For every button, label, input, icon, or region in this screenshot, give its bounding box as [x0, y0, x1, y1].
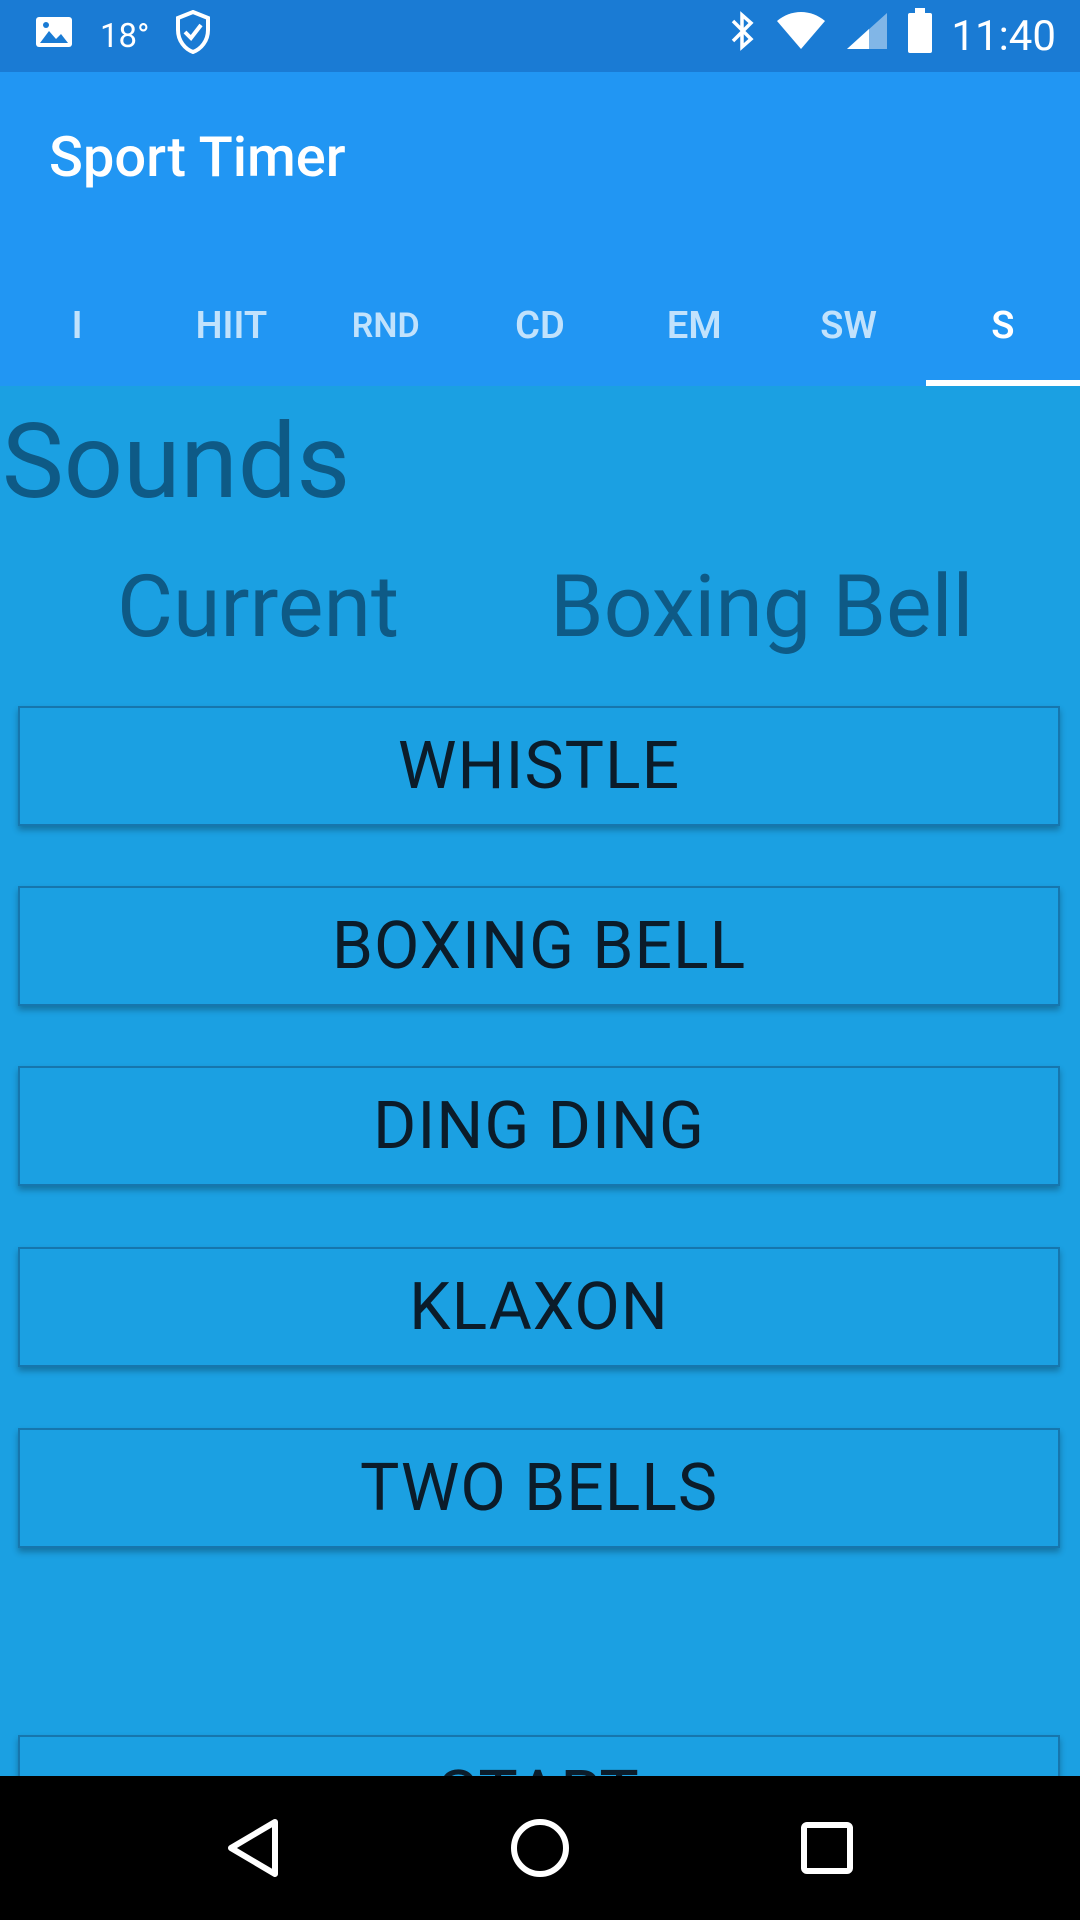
current-label: Current	[117, 556, 400, 657]
klaxon-button[interactable]: KLAXON	[18, 1247, 1060, 1367]
ding-ding-button[interactable]: DING DING	[18, 1066, 1060, 1186]
back-triangle-icon	[228, 1819, 279, 1877]
clock-text: 11:40	[951, 11, 1056, 61]
boxing-bell-button[interactable]: BOXING BELL	[18, 886, 1060, 1006]
recents-square-icon	[800, 1822, 853, 1874]
status-right: 11:40	[727, 7, 1056, 65]
tab-sw[interactable]: SW	[771, 266, 925, 386]
wifi-icon	[775, 11, 827, 62]
navigation-bar	[0, 1776, 1080, 1920]
start-button[interactable]: START	[18, 1735, 1060, 1776]
battery-icon	[907, 7, 933, 65]
tab-cd[interactable]: CD	[463, 266, 617, 386]
bluetooth-icon	[727, 9, 757, 64]
app-title: Sport Timer	[49, 124, 346, 190]
tab-rnd[interactable]: RND	[309, 266, 463, 386]
tab-bar: I HIIT RND CD EM SW S	[0, 266, 1080, 386]
tab-em[interactable]: EM	[617, 266, 771, 386]
tab-s[interactable]: S	[925, 266, 1080, 386]
page-title: Sounds	[2, 402, 351, 523]
back-button[interactable]	[208, 1803, 298, 1893]
temperature-text: 18°	[100, 16, 150, 56]
app-bar: Sport Timer I HIIT RND CD EM SW S	[0, 72, 1080, 386]
sounds-panel: Sounds Current Boxing Bell WHISTLE BOXIN…	[0, 386, 1080, 1776]
shield-check-icon	[175, 9, 211, 63]
home-button[interactable]	[495, 1803, 585, 1893]
tab-hiit[interactable]: HIIT	[154, 266, 308, 386]
current-sound-value: Boxing Bell	[550, 556, 974, 657]
home-circle-icon	[510, 1819, 569, 1877]
current-sound-row: Current Boxing Bell	[0, 556, 1080, 666]
signal-icon	[845, 11, 889, 62]
whistle-button[interactable]: WHISTLE	[18, 706, 1060, 826]
two-bells-button[interactable]: TWO BELLS	[18, 1428, 1060, 1548]
recents-button[interactable]	[782, 1803, 872, 1893]
status-left: 18°	[34, 9, 211, 63]
image-notification-icon	[34, 15, 74, 58]
status-bar: 18° 11:40	[0, 0, 1080, 72]
tab-i[interactable]: I	[0, 266, 154, 386]
